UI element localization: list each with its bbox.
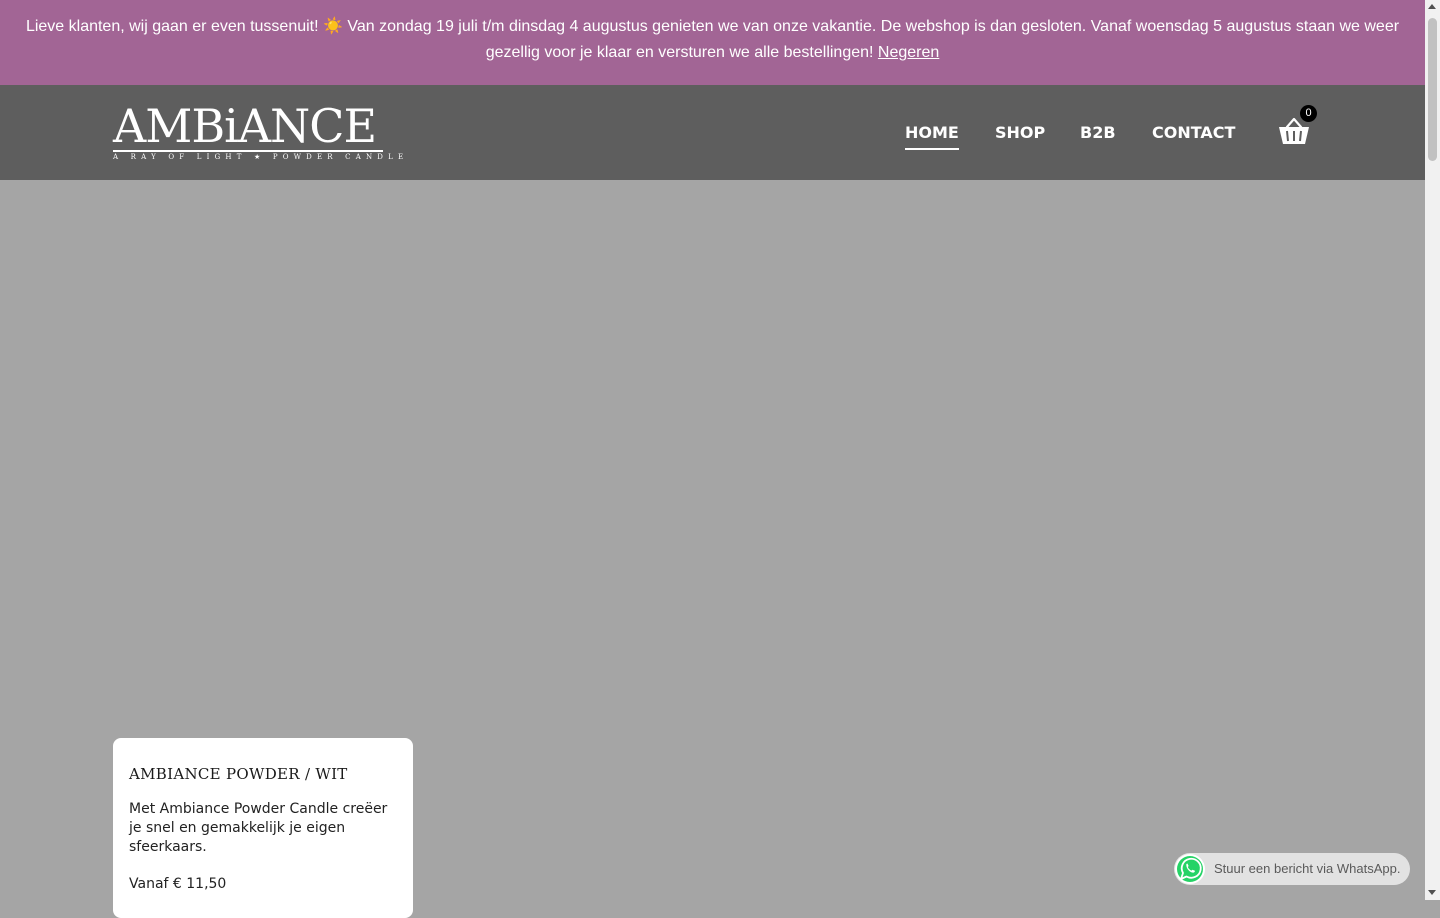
- whatsapp-icon: [1174, 853, 1206, 885]
- logo-tagline: A RAY OF LIGHT ★ POWDER CANDLE: [113, 153, 409, 161]
- site-header: AMBiANCE A RAY OF LIGHT ★ POWDER CANDLE …: [0, 85, 1425, 180]
- product-title: AMBIANCE POWDER / WIT: [129, 765, 348, 783]
- scrollbar-thumb[interactable]: [1428, 18, 1437, 161]
- whatsapp-label: Stuur een bericht via WhatsApp.: [1214, 861, 1401, 876]
- nav-b2b[interactable]: B2B: [1080, 123, 1116, 143]
- nav-shop[interactable]: SHOP: [995, 123, 1045, 143]
- scroll-up-arrow[interactable]: [1428, 4, 1436, 9]
- nav-contact[interactable]: CONTACT: [1152, 123, 1235, 143]
- product-card[interactable]: AMBIANCE POWDER / WIT Met Ambiance Powde…: [113, 738, 413, 918]
- logo-divider: [113, 150, 383, 152]
- logo-wordmark: AMBiANCE: [113, 99, 377, 153]
- ambiance-logo[interactable]: AMBiANCE A RAY OF LIGHT ★ POWDER CANDLE: [113, 99, 409, 161]
- page-scrollbar[interactable]: [1425, 0, 1440, 900]
- cart-count-badge: 0: [1300, 105, 1317, 122]
- product-price: Vanaf € 11,50: [129, 876, 227, 892]
- product-description: Met Ambiance Powder Candle creëer je sne…: [129, 801, 388, 855]
- vacation-notice-bar: Lieve klanten, wij gaan er even tussenui…: [0, 0, 1425, 85]
- nav-home[interactable]: HOME: [905, 123, 959, 150]
- vacation-notice-text: Lieve klanten, wij gaan er even tussenui…: [25, 18, 1400, 61]
- scroll-down-arrow[interactable]: [1428, 890, 1436, 895]
- dismiss-notice-link[interactable]: Negeren: [878, 44, 939, 61]
- whatsapp-chat-button[interactable]: Stuur een bericht via WhatsApp.: [1174, 853, 1410, 885]
